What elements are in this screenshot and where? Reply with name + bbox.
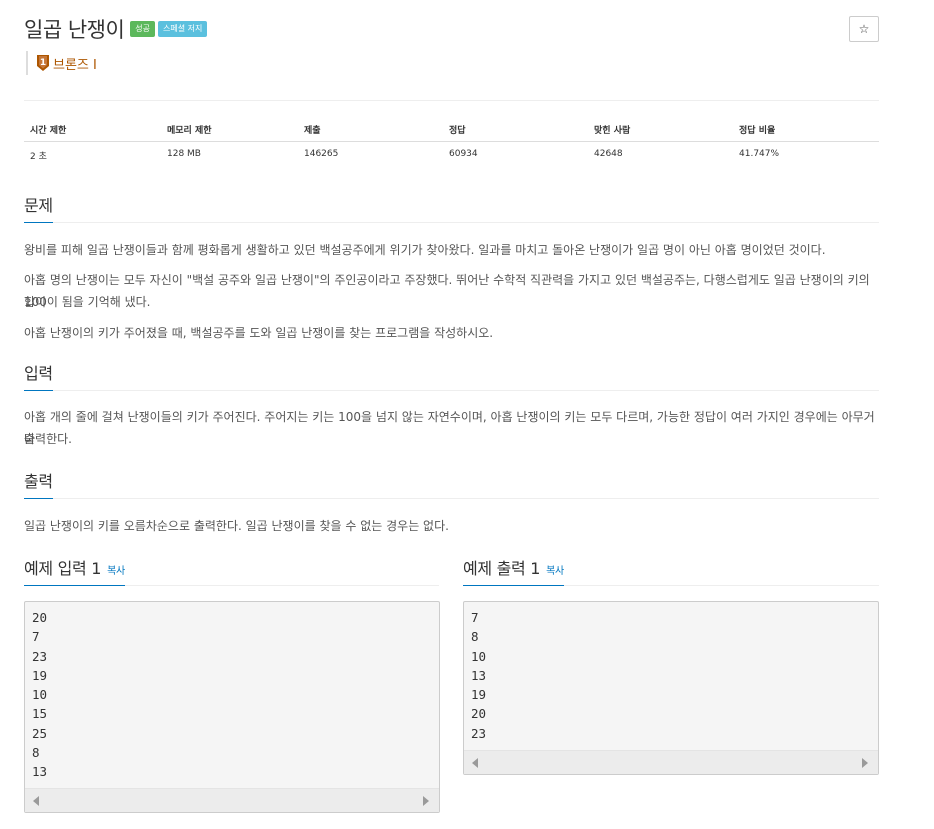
description-section-header: 문제 [24, 192, 879, 223]
stats-table: 시간 제한 메모리 제한 제출 정답 맞힌 사람 정답 비율 2 초 128 M… [24, 116, 879, 168]
success-badge: 성공 [130, 21, 156, 37]
section-divider [24, 390, 879, 391]
scroll-right-arrow-icon[interactable] [423, 796, 429, 806]
problem-page: 일곱 난쟁이 성공 스페셜 저지 ☆ 1 브론즈 I 시간 제한 메모리 제한 … [0, 0, 934, 829]
output-section-header: 출력 [24, 468, 879, 499]
scroll-right-arrow-icon[interactable] [862, 758, 868, 768]
stats-value-accepted: 60934 [449, 149, 478, 159]
copy-sample-input-button[interactable]: 복사 [107, 566, 125, 577]
bronze-tier-badge-icon: 1 [37, 55, 49, 71]
stats-header-row: 시간 제한 메모리 제한 제출 정답 맞힌 사람 정답 비율 [24, 116, 879, 142]
stats-value-submissions: 146265 [304, 149, 339, 159]
stats-value-memory: 128 MB [167, 149, 201, 159]
favorite-star-button[interactable]: ☆ [849, 16, 879, 42]
stats-header-accepted: 정답 [449, 126, 466, 136]
problem-title: 일곱 난쟁이 [24, 18, 125, 42]
description-paragraph-1: 왕비를 피해 일곱 난쟁이들과 함께 평화롭게 생활하고 있던 백설공주에게 위… [24, 243, 826, 257]
input-section-header: 입력 [24, 360, 879, 391]
description-paragraph-3: 아홉 난쟁이의 키가 주어졌을 때, 백설공주를 도와 일곱 난쟁이를 찾는 프… [24, 326, 494, 340]
stats-header-solvers: 맞힌 사람 [594, 126, 631, 136]
description-paragraph-2-cont: 100이 됨을 기억해 냈다. [24, 295, 151, 309]
star-icon: ☆ [858, 22, 870, 36]
sample-input-text[interactable]: 20 7 23 19 10 15 25 8 13 [25, 602, 439, 782]
scroll-left-arrow-icon[interactable] [33, 796, 39, 806]
description-title: 문제 [24, 192, 53, 223]
stats-value-ratio: 41.747% [739, 149, 780, 159]
sample-output-title-wrap: 예제 출력 1 복사 [463, 555, 564, 586]
sample-input-box[interactable]: 20 7 23 19 10 15 25 8 13 [24, 601, 440, 813]
output-paragraph-1: 일곱 난쟁이의 키를 오름차순으로 출력한다. 일곱 난쟁이를 찾을 수 없는 … [24, 519, 449, 533]
sample-output-title: 예제 출력 1 [463, 559, 541, 578]
tier-label: 브론즈 I [53, 57, 97, 73]
output-title: 출력 [24, 468, 53, 499]
sample-output-box[interactable]: 7 8 10 13 19 20 23 [463, 601, 879, 775]
input-title: 입력 [24, 360, 53, 391]
stats-value-solvers: 42648 [594, 149, 623, 159]
section-divider [24, 222, 879, 223]
stats-value-time: 2 초 [30, 152, 47, 162]
svg-text:1: 1 [40, 58, 46, 68]
stats-header-time: 시간 제한 [30, 126, 67, 136]
input-paragraph-1-cont: 출력한다. [24, 432, 72, 446]
sample-input-title: 예제 입력 1 [24, 559, 102, 578]
stats-header-memory: 메모리 제한 [167, 126, 212, 136]
horizontal-scrollbar[interactable] [25, 788, 439, 812]
tier-indicator: 1 브론즈 I [26, 51, 97, 75]
sample-output-text[interactable]: 7 8 10 13 19 20 23 [464, 602, 878, 743]
stats-header-submissions: 제출 [304, 126, 321, 136]
special-judge-badge: 스페셜 저지 [158, 21, 208, 37]
sample-input-header: 예제 입력 1 복사 [24, 555, 439, 586]
stats-value-row: 2 초 128 MB 146265 60934 42648 41.747% [24, 142, 879, 168]
header-divider [24, 100, 879, 101]
scroll-left-arrow-icon[interactable] [472, 758, 478, 768]
problem-header: 일곱 난쟁이 성공 스페셜 저지 [24, 14, 208, 44]
section-divider [24, 498, 879, 499]
stats-header-ratio: 정답 비율 [739, 126, 776, 136]
horizontal-scrollbar[interactable] [464, 750, 878, 774]
copy-sample-output-button[interactable]: 복사 [546, 566, 564, 577]
sample-input-title-wrap: 예제 입력 1 복사 [24, 555, 125, 586]
sample-output-header: 예제 출력 1 복사 [463, 555, 879, 586]
